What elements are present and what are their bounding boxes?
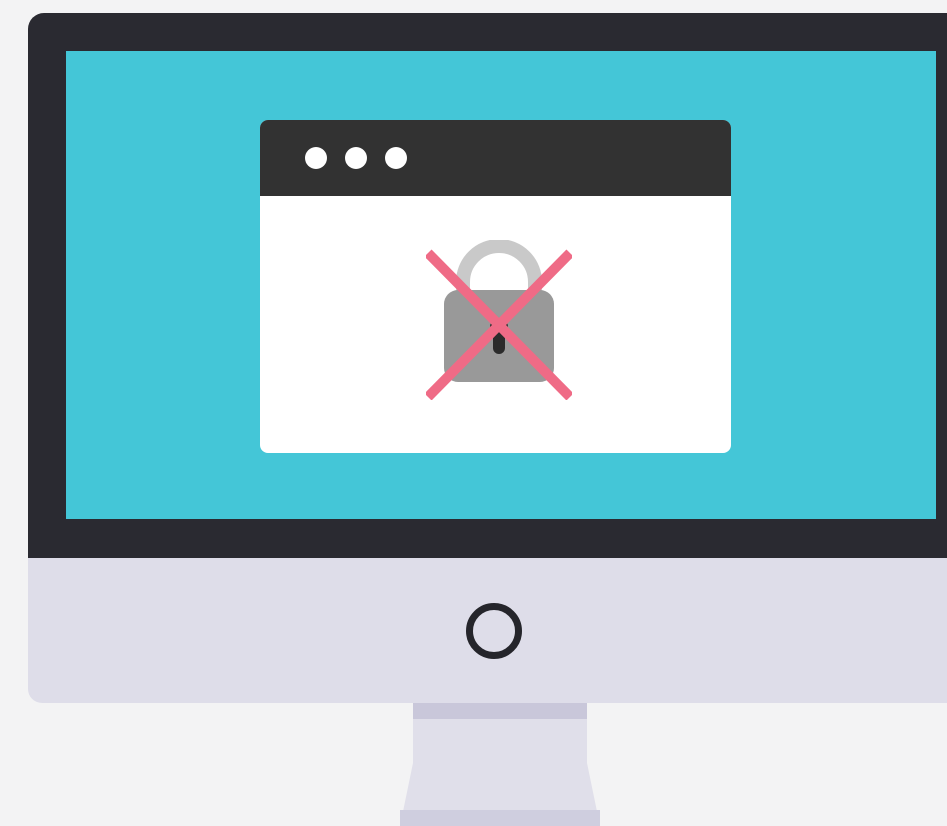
stand-base	[400, 810, 600, 826]
window-dot-3[interactable]	[385, 147, 407, 169]
stand-neck-shadow	[413, 703, 587, 719]
illustration	[0, 0, 947, 826]
browser-window	[260, 120, 731, 453]
window-dot-2[interactable]	[345, 147, 367, 169]
blocked-lock-icon	[426, 240, 572, 400]
monitor-stand	[400, 703, 600, 826]
browser-titlebar	[260, 120, 731, 196]
power-button-icon[interactable]	[466, 603, 522, 659]
window-dot-1[interactable]	[305, 147, 327, 169]
